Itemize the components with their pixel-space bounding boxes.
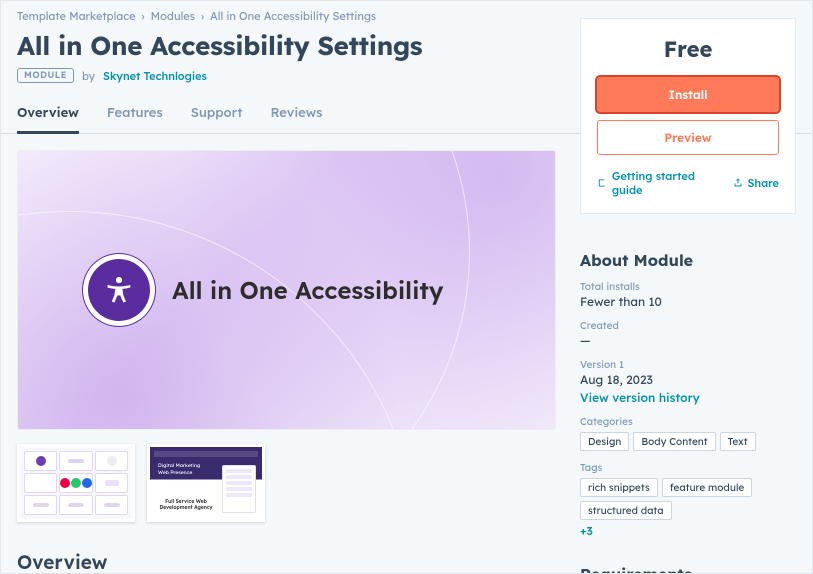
by-label: by bbox=[82, 69, 95, 83]
share-icon bbox=[732, 177, 744, 189]
requirements-heading: Requirements bbox=[580, 564, 796, 574]
more-tags-link[interactable]: +3 bbox=[580, 524, 796, 538]
tag-chip[interactable]: structured data bbox=[580, 501, 672, 520]
chevron-right-icon: › bbox=[201, 9, 204, 23]
created-value: — bbox=[580, 333, 796, 348]
about-module: About Module Total installs Fewer than 1… bbox=[580, 250, 796, 538]
share-label: Share bbox=[748, 176, 780, 190]
section-overview-heading: Overview bbox=[17, 550, 556, 574]
tag-chip[interactable]: feature module bbox=[662, 478, 752, 497]
preview-button[interactable]: Preview bbox=[597, 120, 779, 155]
created-label: Created bbox=[580, 319, 796, 332]
requirements-section: Requirements HubSpot Subscription Compat… bbox=[580, 564, 796, 574]
price-label: Free bbox=[597, 35, 779, 63]
type-badge: MODULE bbox=[17, 68, 74, 83]
breadcrumb-section[interactable]: Modules bbox=[151, 9, 195, 23]
total-installs-label: Total installs bbox=[580, 280, 796, 293]
install-button[interactable]: Install bbox=[597, 77, 779, 112]
accessibility-icon bbox=[88, 259, 150, 321]
thumbnail-2[interactable]: Digital MarketingWeb Presence Full Servi… bbox=[147, 444, 265, 522]
getting-started-link[interactable]: Getting started guide bbox=[597, 169, 718, 197]
category-chip[interactable]: Body Content bbox=[633, 432, 715, 451]
category-chip[interactable]: Design bbox=[580, 432, 629, 451]
share-link[interactable]: Share bbox=[732, 169, 780, 197]
about-heading: About Module bbox=[580, 250, 796, 270]
hero-image[interactable]: All in One Accessibility bbox=[17, 150, 556, 430]
tags-label: Tags bbox=[580, 461, 796, 474]
getting-started-label: Getting started guide bbox=[612, 169, 718, 197]
version-date: Aug 18, 2023 bbox=[580, 372, 796, 387]
categories-label: Categories bbox=[580, 415, 796, 428]
version-history-link[interactable]: View version history bbox=[580, 390, 796, 405]
breadcrumb-current: All in One Accessibility Settings bbox=[210, 9, 376, 23]
total-installs-value: Fewer than 10 bbox=[580, 294, 796, 309]
breadcrumb-root[interactable]: Template Marketplace bbox=[17, 9, 136, 23]
chevron-right-icon: › bbox=[142, 9, 145, 23]
tab-reviews[interactable]: Reviews bbox=[270, 105, 322, 133]
pricing-card: Free Install Preview Getting started gui… bbox=[580, 18, 796, 214]
tab-overview[interactable]: Overview bbox=[17, 105, 79, 134]
book-icon bbox=[597, 177, 608, 189]
tag-chip[interactable]: rich snippets bbox=[580, 478, 658, 497]
tab-features[interactable]: Features bbox=[107, 105, 163, 133]
thumbnail-1[interactable] bbox=[17, 444, 135, 522]
version-label: Version 1 bbox=[580, 358, 796, 371]
tab-support[interactable]: Support bbox=[191, 105, 243, 133]
hero-headline: All in One Accessibility bbox=[172, 275, 443, 305]
category-chip[interactable]: Text bbox=[720, 432, 756, 451]
author-link[interactable]: Skynet Technlogies bbox=[103, 69, 207, 83]
thumbnail-strip: Digital MarketingWeb Presence Full Servi… bbox=[17, 444, 556, 522]
